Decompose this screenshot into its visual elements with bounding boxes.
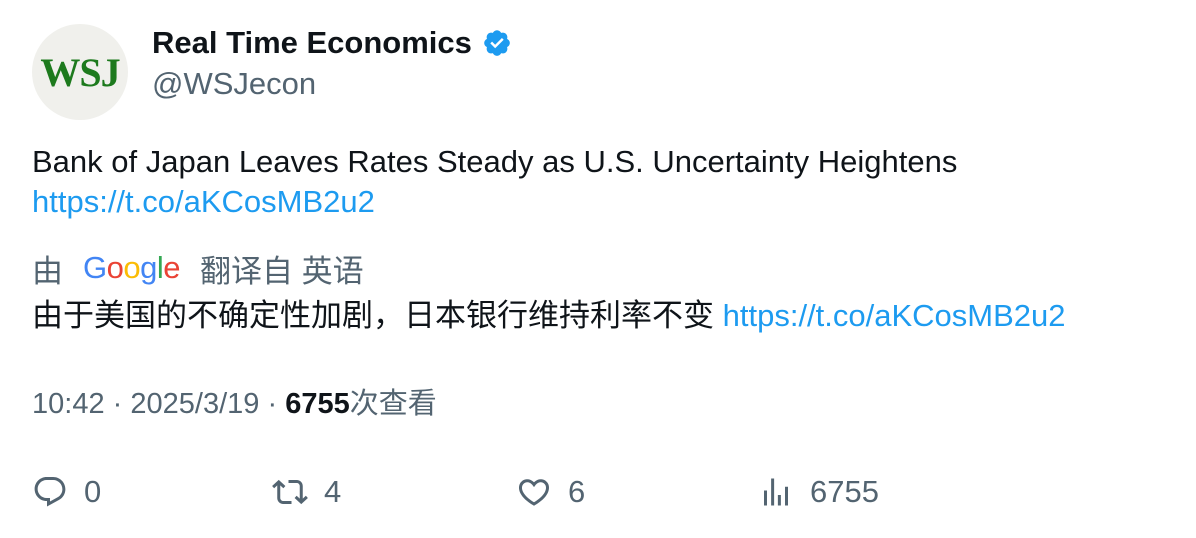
- display-name[interactable]: Real Time Economics: [152, 25, 472, 61]
- translated-text-body: 由于美国的不确定性加剧，日本银行维持利率不变: [32, 298, 714, 333]
- display-name-row: Real Time Economics: [152, 24, 512, 62]
- tweet-headline: Bank of Japan Leaves Rates Steady as U.S…: [32, 144, 958, 179]
- verified-badge-icon: [484, 30, 510, 56]
- tweet-date[interactable]: 2025/3/19: [130, 388, 259, 420]
- tweet-link[interactable]: https://t.co/aKCosMB2u2: [32, 184, 375, 219]
- reply-button[interactable]: 0: [32, 470, 101, 514]
- tweet-header: WSJ Real Time Economics @WSJecon: [32, 24, 512, 120]
- views-action-count: 6755: [810, 474, 879, 509]
- retweet-icon: [272, 479, 308, 505]
- reply-count: 0: [84, 474, 102, 509]
- translated-by-bar: 由 Google 翻译自 英语: [32, 246, 364, 290]
- meta-separator: ·: [112, 388, 123, 420]
- like-count: 6: [568, 474, 586, 509]
- translated-link[interactable]: https://t.co/aKCosMB2u2: [723, 298, 1066, 333]
- views-button[interactable]: 6755: [758, 470, 879, 514]
- views-count: 6755: [285, 388, 350, 420]
- tweet-meta: 10:42 · 2025/3/19 · 6755次查看: [32, 384, 437, 424]
- author-names: Real Time Economics @WSJecon: [152, 24, 512, 102]
- meta-separator: ·: [267, 388, 278, 420]
- translated-by-suffix: 翻译自 英语: [200, 253, 364, 289]
- like-button[interactable]: 6: [516, 470, 585, 514]
- handle[interactable]: @WSJecon: [152, 66, 512, 102]
- google-logo: Google: [83, 250, 181, 285]
- tweet-time[interactable]: 10:42: [32, 388, 105, 420]
- analytics-icon: [764, 478, 788, 506]
- reply-icon: [34, 477, 66, 507]
- retweet-count: 4: [324, 474, 342, 509]
- translated-text: 由于美国的不确定性加剧，日本银行维持利率不变 https://t.co/aKCo…: [32, 294, 1066, 338]
- heart-icon: [518, 479, 550, 506]
- views-label: 次查看: [349, 388, 437, 420]
- retweet-button[interactable]: 4: [272, 470, 341, 514]
- avatar[interactable]: WSJ: [32, 24, 128, 120]
- avatar-logo-text: WSJ: [40, 49, 120, 95]
- action-bar: 0 4 6 6755: [32, 470, 1172, 514]
- tweet-text: Bank of Japan Leaves Rates Steady as U.S…: [32, 142, 957, 222]
- translated-by-prefix: 由: [32, 253, 63, 289]
